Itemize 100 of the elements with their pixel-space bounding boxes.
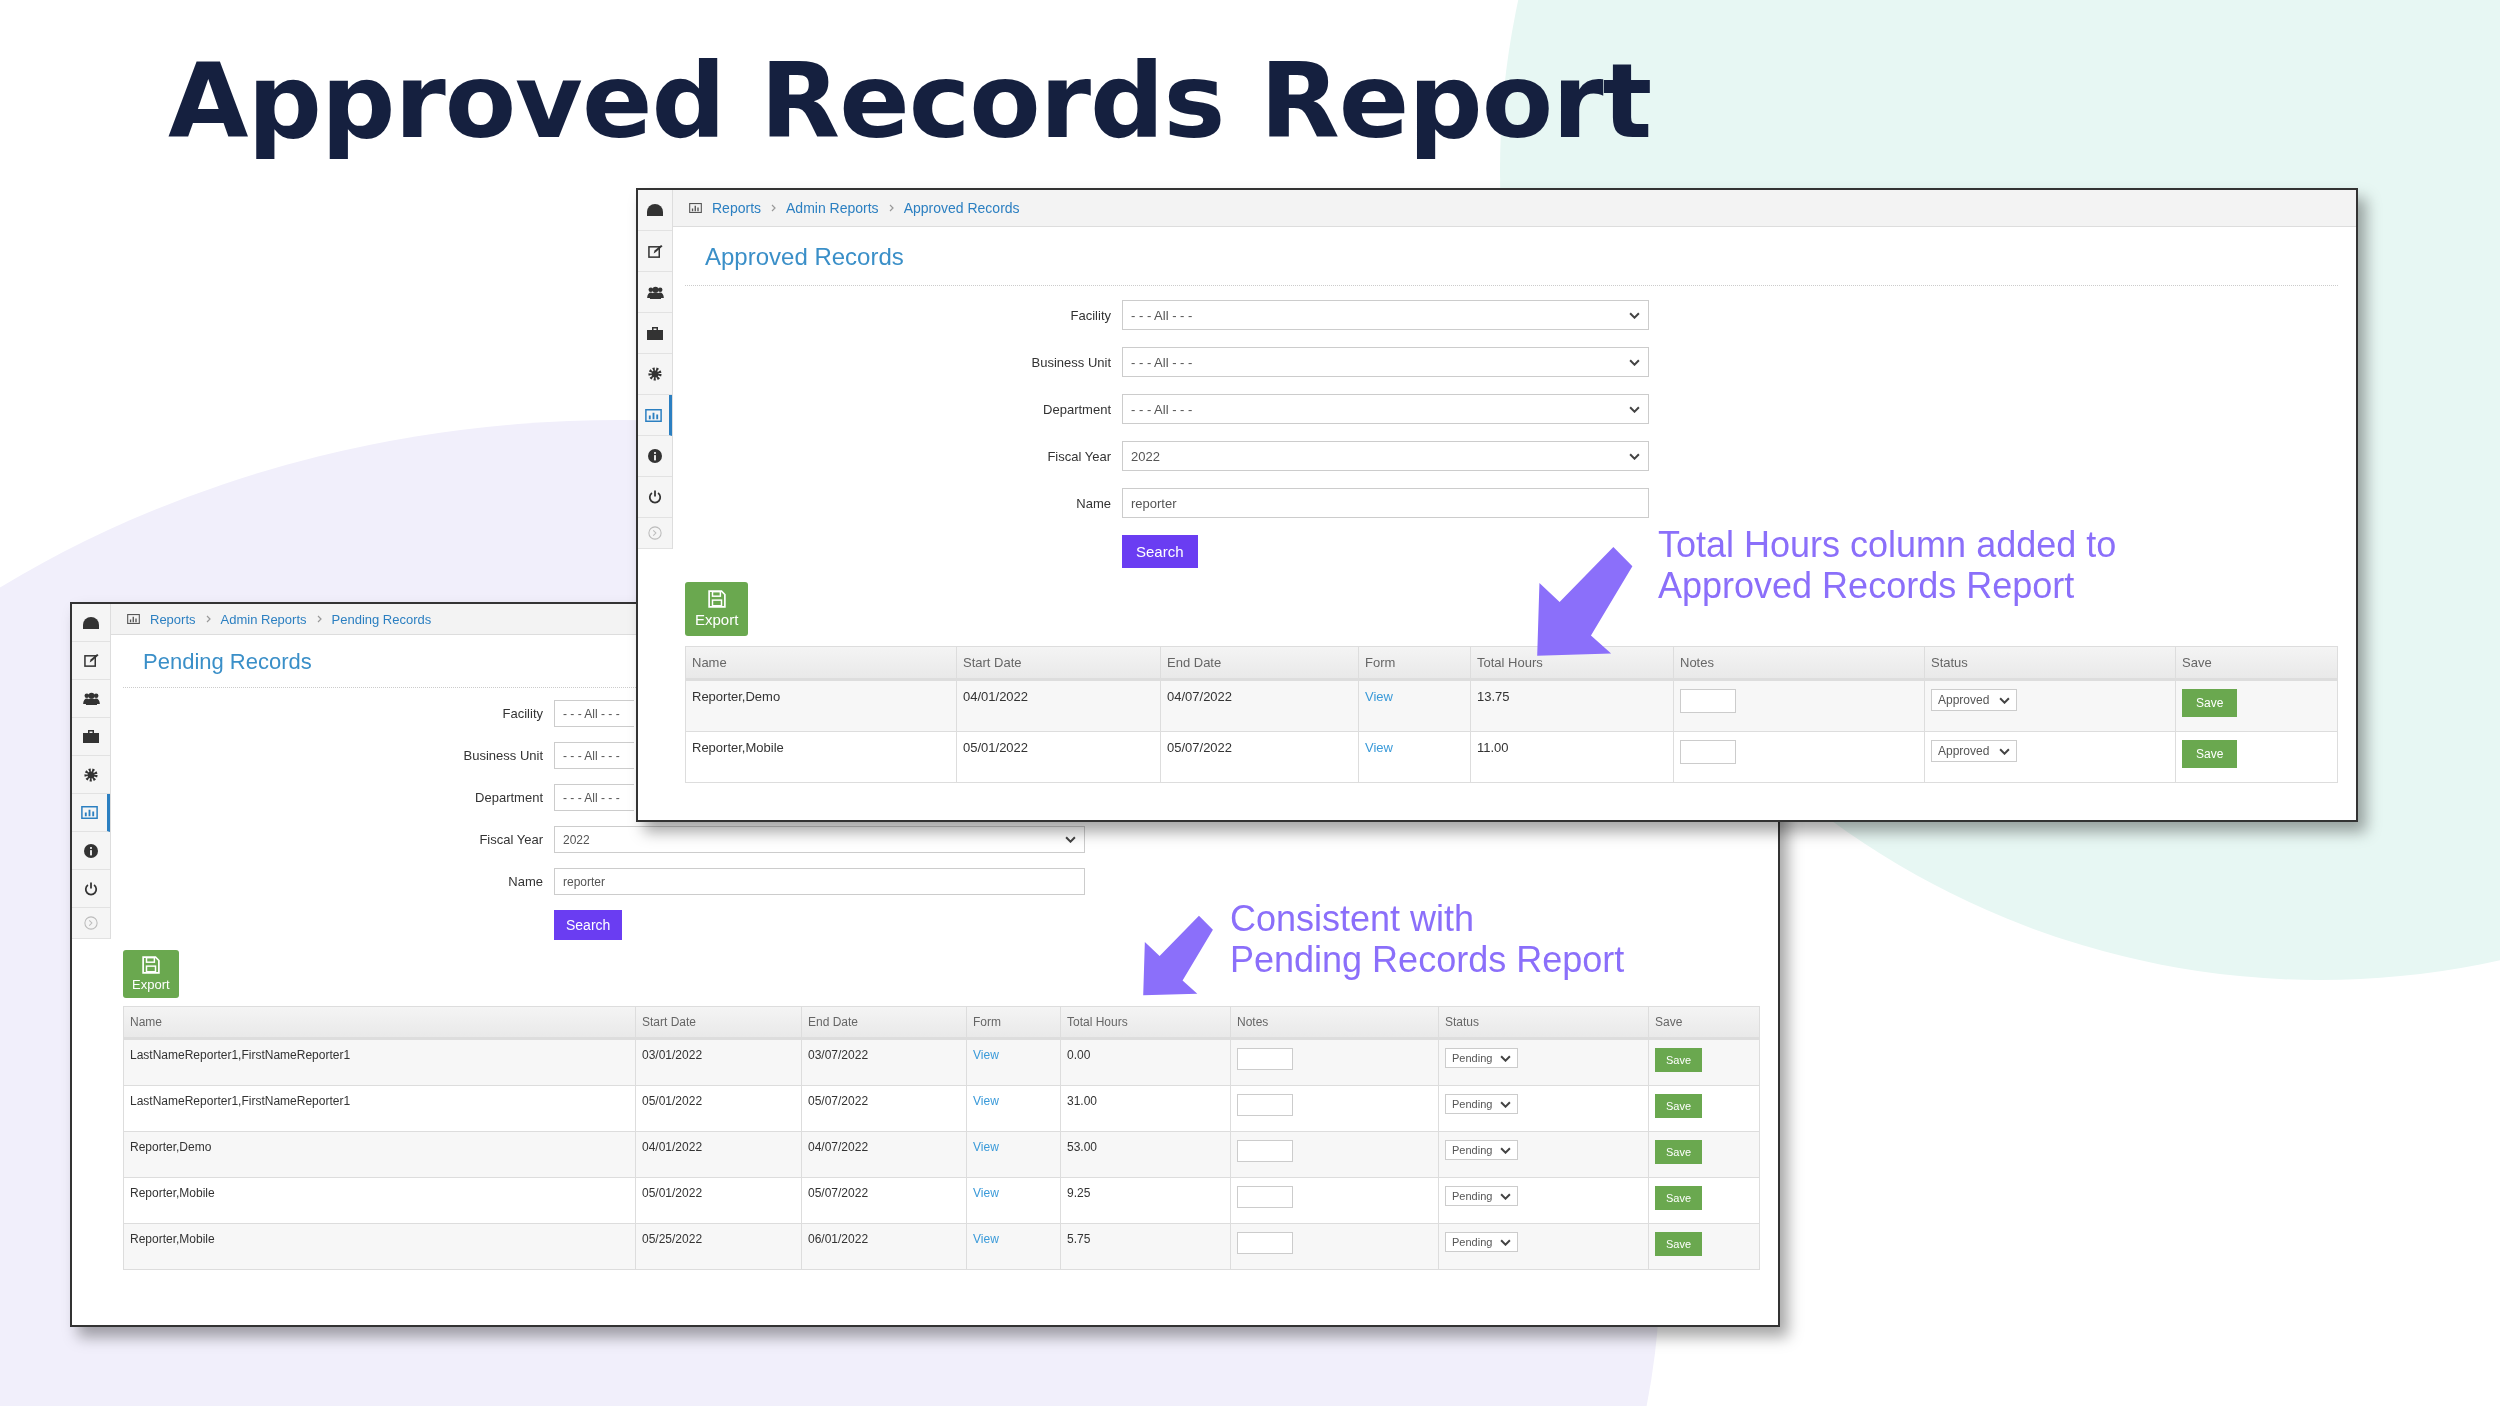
chevron-down-icon [1500, 1146, 1512, 1154]
table-cell: Reporter,Demo [692, 689, 781, 704]
save-button[interactable]: Save [1655, 1094, 1703, 1118]
view-link[interactable]: View [973, 1094, 999, 1108]
column-header: Name [691, 654, 728, 672]
chevron-right-icon [888, 204, 894, 212]
save-button[interactable]: Save [1655, 1232, 1703, 1256]
chevron-right-icon [771, 204, 777, 212]
column-header: Start Date [635, 1007, 801, 1037]
name-field[interactable]: reporter [554, 868, 1085, 895]
table-cell: 05/07/2022 [808, 1094, 869, 1108]
view-link[interactable]: View [1365, 689, 1393, 704]
table-cell: 5.75 [1067, 1232, 1091, 1246]
notes-field[interactable] [1680, 740, 1736, 764]
breadcrumb-link[interactable]: Reports [150, 611, 196, 627]
column-header: Status [1438, 1007, 1648, 1037]
chevron-down-icon [1629, 405, 1640, 413]
save-button[interactable]: Save [2182, 689, 2238, 717]
info-icon [84, 843, 98, 858]
power-icon [84, 881, 98, 896]
filter-select[interactable]: - - - All - - - [554, 742, 634, 769]
table-cell: Reporter,Mobile [692, 740, 784, 755]
view-link[interactable]: View [973, 1232, 999, 1246]
page-heading: Approved Records [685, 227, 2338, 286]
name-field[interactable]: reporter [1122, 488, 1649, 518]
breadcrumb-link[interactable]: Approved Records [903, 200, 1020, 216]
status-select[interactable]: Pending [1445, 1232, 1519, 1252]
filter-select[interactable]: - - - All - - - [554, 784, 634, 811]
filter-select[interactable]: - - - All - - - [1122, 347, 1649, 377]
table-cell: Reporter,Demo [130, 1140, 212, 1154]
chevron-down-icon [1500, 1192, 1512, 1200]
breadcrumb-link[interactable]: Admin Reports [220, 611, 307, 627]
filter-select[interactable]: - - - All - - - [554, 700, 634, 727]
notes-field[interactable] [1237, 1186, 1293, 1208]
filter-select[interactable]: - - - All - - - [1122, 300, 1649, 330]
field-label: Facility [1069, 307, 1111, 323]
save-button[interactable]: Save [2182, 740, 2238, 768]
field-label: Department [1042, 401, 1111, 417]
breadcrumb-link[interactable]: Pending Records [331, 611, 432, 627]
filter-select[interactable]: 2022 [1122, 441, 1649, 471]
users-icon [82, 692, 100, 705]
chevron-down-icon [1500, 1100, 1512, 1108]
search-button[interactable]: Search [554, 910, 623, 940]
view-link[interactable]: View [973, 1048, 999, 1062]
view-link[interactable]: View [1365, 740, 1393, 755]
filter-select[interactable]: 2022 [554, 826, 1085, 853]
table-cell: 03/07/2022 [808, 1048, 869, 1062]
column-header: Form [966, 1007, 1060, 1037]
field-label: Department [474, 790, 543, 805]
table-cell: 04/01/2022 [642, 1140, 703, 1154]
table-cell: 05/01/2022 [963, 740, 1029, 755]
column-header: Name [129, 1014, 163, 1031]
export-button[interactable]: Export [123, 950, 179, 998]
save-button[interactable]: Save [1655, 1140, 1703, 1164]
status-select[interactable]: Pending [1445, 1048, 1519, 1068]
breadcrumb-link[interactable]: Reports [712, 200, 762, 216]
export-button[interactable]: Export [685, 582, 749, 636]
notes-field[interactable] [1237, 1094, 1293, 1116]
table-cell: 04/01/2022 [963, 689, 1029, 704]
status-select[interactable]: Approved [1931, 689, 2018, 711]
column-header: Notes [1230, 1007, 1438, 1037]
search-button[interactable]: Search [1122, 535, 1198, 568]
table-cell: LastNameReporter1,FirstNameReporter1 [130, 1094, 351, 1108]
edit-icon [83, 653, 99, 668]
save-button[interactable]: Save [1655, 1186, 1703, 1210]
status-select[interactable]: Pending [1445, 1094, 1519, 1114]
status-select[interactable]: Pending [1445, 1186, 1519, 1206]
annotation-text: Consistent with Pending Records Report [1230, 898, 1625, 981]
table-cell: 03/01/2022 [642, 1048, 703, 1062]
save-icon [707, 590, 726, 608]
column-header: Status [1924, 647, 2175, 678]
field-label: Facility [501, 706, 543, 721]
notes-field[interactable] [1237, 1232, 1293, 1254]
users-icon [646, 285, 664, 299]
briefcase-icon [647, 326, 663, 340]
table-cell: 31.00 [1067, 1094, 1098, 1108]
table-cell: 05/01/2022 [642, 1094, 703, 1108]
field-label: Name [1075, 495, 1111, 511]
breadcrumb-link[interactable]: Admin Reports [786, 200, 879, 216]
notes-field[interactable] [1237, 1048, 1293, 1070]
chevron-down-icon [1065, 836, 1076, 843]
filter-select[interactable]: - - - All - - - [1122, 394, 1649, 424]
table-cell: Reporter,Mobile [130, 1232, 215, 1246]
column-header: End Date [801, 1007, 966, 1037]
annotation-text: Total Hours column added to Approved Records Report [1658, 524, 2117, 607]
expand-icon [648, 526, 662, 540]
table-cell: 13.75 [1477, 689, 1510, 704]
notes-field[interactable] [1237, 1140, 1293, 1162]
save-button[interactable]: Save [1655, 1048, 1703, 1072]
table-cell: 04/07/2022 [1167, 689, 1233, 704]
view-link[interactable]: View [973, 1140, 999, 1154]
chevron-down-icon [1500, 1238, 1512, 1246]
notes-field[interactable] [1680, 689, 1736, 713]
field-label: Business Unit [1030, 354, 1111, 370]
status-select[interactable]: Approved [1931, 740, 2018, 762]
column-header: End Date [1160, 647, 1358, 678]
view-link[interactable]: View [973, 1186, 999, 1200]
column-header: Form [1358, 647, 1470, 678]
status-select[interactable]: Pending [1445, 1140, 1519, 1160]
slide-title: Approved Records Report [168, 40, 1652, 162]
